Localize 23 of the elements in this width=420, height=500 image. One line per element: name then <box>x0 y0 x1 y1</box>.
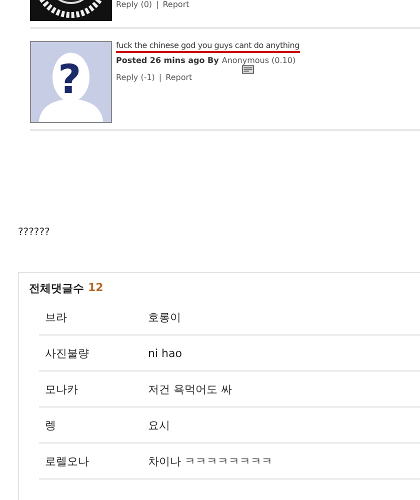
posted-label: Posted 26 mins ago By <box>116 56 219 65</box>
separator: | <box>158 73 162 82</box>
comment-link[interactable]: Reply (0) <box>116 0 152 9</box>
commenter-name: 렝 <box>44 418 57 432</box>
post-text: ?????? <box>18 227 51 238</box>
comment-count: 12 <box>88 281 104 296</box>
separator: | <box>156 0 159 9</box>
comment-link[interactable]: Report <box>166 73 192 82</box>
question-mark: ? <box>58 60 82 100</box>
comment-link[interactable]: Report <box>162 0 190 9</box>
comment-text: 호롱이 <box>148 310 181 324</box>
comment-text: fuck the chinese god you guys cant do anything <box>116 41 300 53</box>
comment-count-label: 전체댓글수 <box>29 281 84 296</box>
comment-text: 차이나 ㅋㅋㅋㅋㅋㅋㅋㅋ <box>148 454 272 468</box>
comment-text: ni hao <box>148 346 182 360</box>
commenter-name: 브라 <box>44 310 68 324</box>
author-link[interactable]: Anonymous (0.10) <box>222 56 296 65</box>
commenter-name: 로렐오나 <box>44 454 90 468</box>
commenter-name: 모나카 <box>44 382 79 396</box>
commenter-name: 사진불량 <box>44 346 90 360</box>
comment-text: 저건 욕먹어도 싸 <box>148 382 232 396</box>
comment-text: 요시 <box>148 418 170 432</box>
comment-link[interactable]: Reply (-1) <box>116 73 155 82</box>
